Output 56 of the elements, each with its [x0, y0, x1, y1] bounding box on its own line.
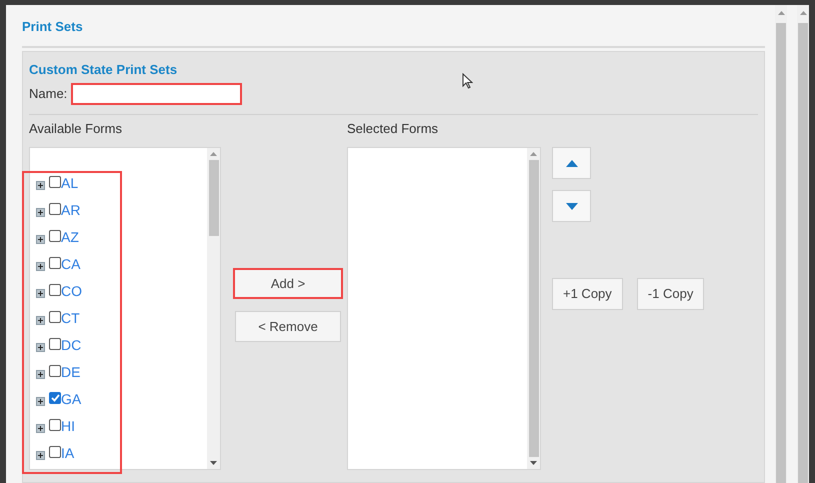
checkbox[interactable] [49, 392, 61, 404]
checkbox[interactable] [49, 257, 61, 269]
scrollbar[interactable] [797, 5, 809, 483]
scroll-thumb[interactable] [528, 160, 538, 457]
form-link[interactable]: IA [61, 445, 74, 461]
expand-icon[interactable] [36, 343, 45, 352]
form-link[interactable]: AR [61, 202, 80, 218]
expand-icon[interactable] [36, 181, 45, 190]
expand-icon[interactable] [36, 397, 45, 406]
scrollbar[interactable] [527, 148, 540, 469]
remove-button[interactable]: < Remove [235, 311, 341, 342]
expand-icon[interactable] [36, 316, 45, 325]
move-up-button[interactable] [552, 147, 591, 179]
form-link[interactable]: CO [61, 283, 82, 299]
checkbox[interactable] [49, 203, 61, 215]
checkbox[interactable] [49, 230, 61, 242]
field-label: Name: [29, 85, 68, 104]
copy-count-button[interactable]: -1 Copy [636, 278, 704, 310]
expand-icon[interactable] [36, 424, 45, 433]
form-link[interactable]: CA [61, 256, 80, 272]
checkbox[interactable] [49, 365, 61, 377]
copy-count-button[interactable]: +1 Copy [552, 278, 623, 310]
checkbox[interactable] [49, 311, 61, 323]
name-field[interactable] [71, 83, 242, 105]
list-label: Available Forms [29, 120, 123, 137]
checkbox[interactable] [49, 419, 61, 431]
panel-title: Print Sets [22, 19, 83, 34]
scroll-down-icon[interactable] [530, 461, 537, 465]
mouse-cursor-icon [462, 73, 473, 89]
checkbox[interactable] [49, 284, 61, 296]
form-link[interactable]: AL [61, 175, 78, 191]
form-link[interactable]: HI [61, 418, 75, 434]
list-label: Selected Forms [347, 120, 440, 137]
scroll-down-icon[interactable] [210, 461, 217, 465]
move-down-button[interactable] [552, 190, 591, 222]
expand-icon[interactable] [36, 370, 45, 379]
scroll-thumb[interactable] [208, 160, 218, 236]
scrollbar[interactable] [207, 148, 220, 469]
expand-icon[interactable] [36, 451, 45, 460]
expand-icon[interactable] [36, 262, 45, 271]
checkbox[interactable] [49, 176, 61, 188]
expand-icon[interactable] [36, 208, 45, 217]
down-arrow-icon [566, 202, 578, 210]
form-link[interactable]: AZ [61, 229, 79, 245]
form-link[interactable]: GA [61, 391, 82, 407]
scrollbar[interactable] [775, 5, 787, 483]
section-title: Custom State Print Sets [29, 62, 178, 78]
expand-icon[interactable] [36, 235, 45, 244]
up-arrow-icon [566, 160, 578, 166]
form-link[interactable]: DE [61, 364, 80, 380]
checkbox[interactable] [49, 446, 61, 458]
add-button[interactable]: Add > [233, 268, 343, 299]
checkbox[interactable] [49, 338, 61, 350]
form-link[interactable]: DC [61, 337, 82, 353]
form-link[interactable]: CT [61, 310, 80, 326]
expand-icon[interactable] [36, 289, 45, 298]
